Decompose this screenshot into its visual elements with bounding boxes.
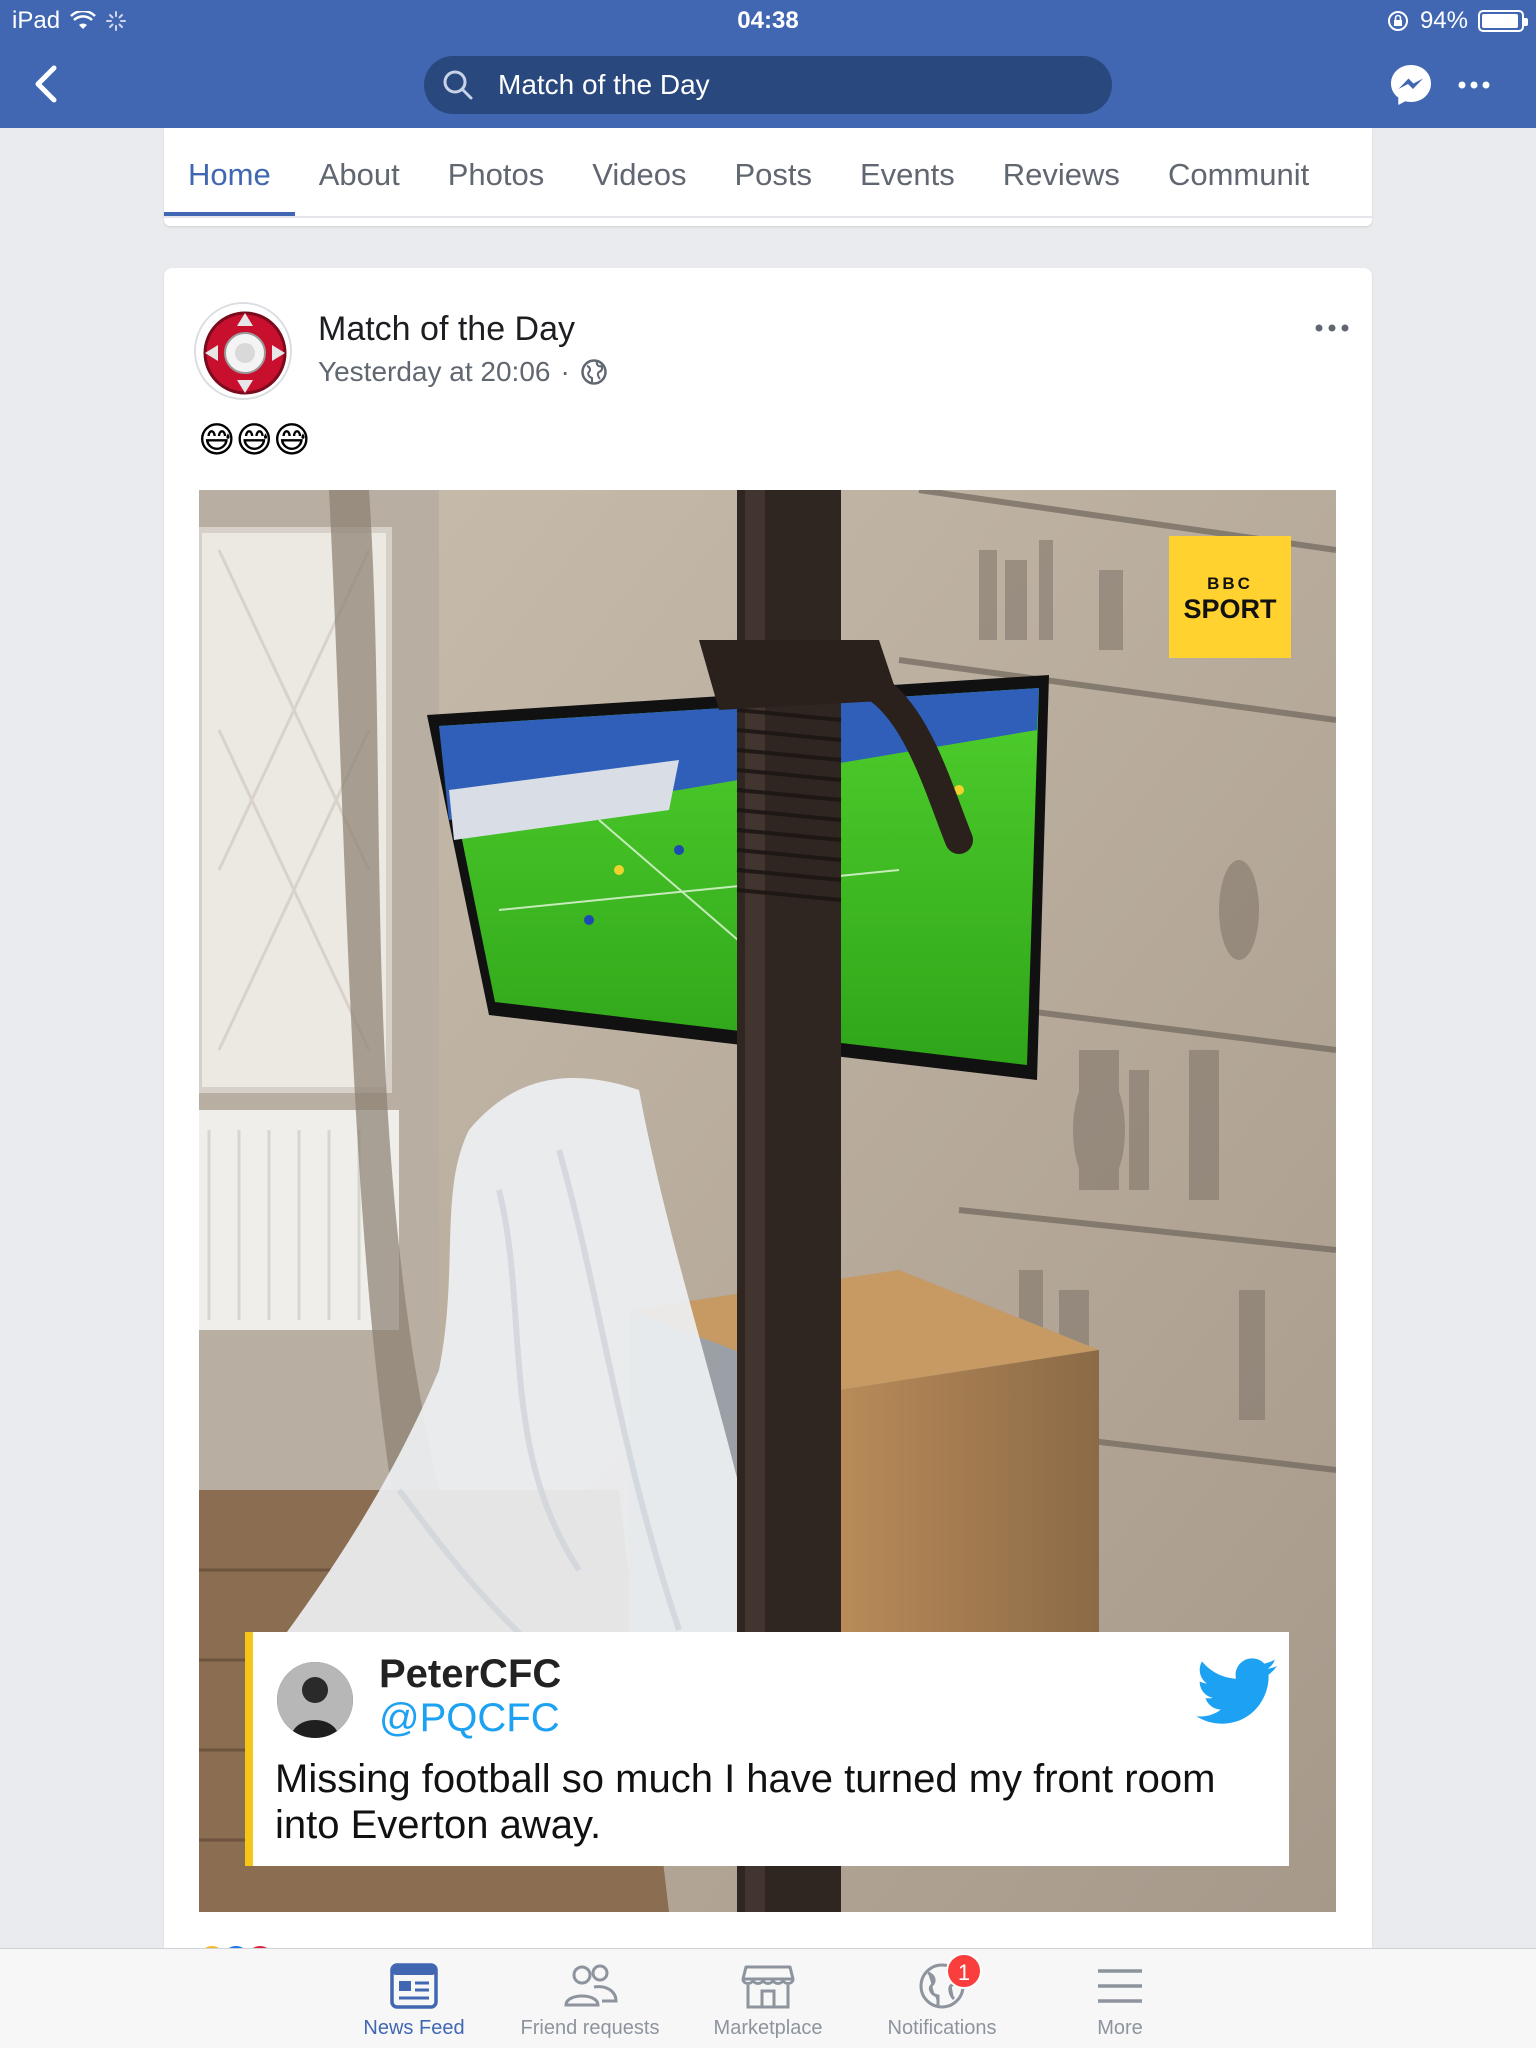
tab-community[interactable]: Communit <box>1144 128 1333 216</box>
nav-news-feed-label: News Feed <box>363 2017 465 2039</box>
nav-friend-requests[interactable]: Friend requests <box>510 1961 670 2040</box>
nav-notifications[interactable]: 1 Notifications <box>862 1953 1022 2040</box>
tab-posts[interactable]: Posts <box>710 128 836 216</box>
tab-events[interactable]: Events <box>836 128 979 216</box>
tweet-text: Missing football so much I have turned m… <box>275 1757 1216 1847</box>
more-icon[interactable] <box>1456 72 1492 98</box>
notifications-badge: 1 <box>946 1953 982 1989</box>
page-tabs-card: Home About Photos Videos Posts Events Re… <box>164 128 1372 226</box>
status-right: 94% <box>1386 7 1528 35</box>
bbc-badge-line1: BBC <box>1207 574 1253 593</box>
bbc-sport-badge: BBC SPORT <box>1169 536 1291 658</box>
friends-icon <box>564 1964 618 2007</box>
news-feed-icon <box>390 1963 438 2009</box>
post-text: 😅😅😅 <box>198 419 311 460</box>
rotation-lock-icon <box>1387 11 1408 31</box>
motd-logo-icon <box>196 304 290 398</box>
search-bar[interactable]: Match of the Day <box>424 56 1112 114</box>
nav-marketplace[interactable]: Marketplace <box>688 1961 848 2040</box>
search-query: Match of the Day <box>498 69 710 100</box>
tweet-author-handle: @PQCFC <box>379 1696 560 1740</box>
post-page-name[interactable]: Match of the Day <box>318 310 575 349</box>
globe-privacy-icon <box>581 359 607 385</box>
tabs-divider <box>164 216 1372 218</box>
clock: 04:38 <box>737 7 799 34</box>
nav-friend-requests-label: Friend requests <box>520 2017 660 2039</box>
nav-marketplace-label: Marketplace <box>713 2017 823 2039</box>
tab-photos[interactable]: Photos <box>424 128 569 216</box>
bottom-tab-bar: News Feed Friend requests Marketplace 1 … <box>0 1948 1536 2048</box>
page-avatar[interactable] <box>194 302 292 400</box>
page-tabs: Home About Photos Videos Posts Events Re… <box>164 128 1333 216</box>
tweet-author-name: PeterCFC <box>379 1652 562 1696</box>
nav-more-label: More <box>1097 2017 1143 2039</box>
nav-more[interactable]: More <box>1040 1961 1200 2040</box>
nav-notifications-label: Notifications <box>887 2017 997 2039</box>
meta-separator: · <box>560 356 570 387</box>
twitter-bird-icon <box>1196 1658 1277 1724</box>
battery-icon <box>1478 10 1528 32</box>
battery-level <box>1482 14 1518 28</box>
back-icon[interactable] <box>26 62 70 106</box>
post-options-icon[interactable] <box>1312 318 1352 338</box>
search-icon <box>443 70 473 100</box>
post-card: Match of the Day Yesterday at 20:06 · 😅😅… <box>164 268 1372 2048</box>
post-timestamp[interactable]: Yesterday at 20:06 <box>318 356 550 388</box>
battery-percent: 94% <box>1419 7 1468 34</box>
bbc-badge-line2: SPORT <box>1183 594 1277 624</box>
tweet-avatar <box>277 1662 353 1738</box>
nav-news-feed[interactable]: News Feed <box>334 1961 494 2040</box>
status-bar: iPad 04:38 94% <box>0 0 1536 42</box>
post-meta: Yesterday at 20:06 · <box>318 356 608 388</box>
header-nav: Match of the Day <box>0 42 1536 128</box>
tab-home[interactable]: Home <box>164 128 295 216</box>
tab-videos[interactable]: Videos <box>568 128 710 216</box>
top-bar: iPad 04:38 94% Match of the Day <box>0 0 1536 128</box>
embedded-tweet-card: PeterCFC @PQCFC Missing football so much… <box>245 1632 1289 1866</box>
post-photo[interactable]: BBC SPORT PeterCFC @PQCFC Missing footba… <box>199 490 1336 1912</box>
messenger-icon[interactable] <box>1388 62 1434 108</box>
tab-reviews[interactable]: Reviews <box>979 128 1144 216</box>
tab-about[interactable]: About <box>295 128 424 216</box>
menu-icon <box>1098 1969 1142 2003</box>
marketplace-icon <box>741 1965 795 2009</box>
